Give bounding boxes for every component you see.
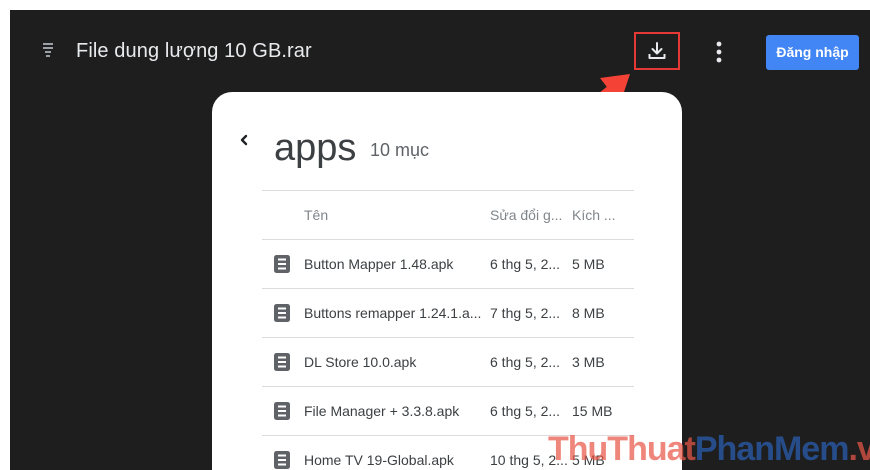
app-window: File dung lượng 10 GB.rar Đăng nhập apps… [10, 10, 870, 470]
watermark-part-3: .vn [848, 430, 870, 468]
row-name: Buttons remapper 1.24.1.a... [304, 305, 482, 321]
file-icon [274, 451, 290, 469]
row-name: File Manager + 3.3.8.apk [304, 403, 460, 419]
table-row[interactable]: File Manager + 3.3.8.apk 6 thg 5, 2... 1… [262, 386, 634, 435]
row-name: Home TV 19-Global.apk [304, 452, 454, 468]
watermark-part-2: PhanMem [694, 430, 850, 468]
row-modified: 6 thg 5, 2... [490, 354, 561, 370]
row-size: 15 MB [572, 403, 613, 419]
top-bar: File dung lượng 10 GB.rar Đăng nhập [10, 10, 870, 94]
file-table: Tên Sửa đổi g... Kích ... Button Mapper … [262, 190, 634, 470]
back-chevron-icon[interactable] [236, 130, 252, 150]
archive-file-icon [43, 43, 53, 57]
row-name: Button Mapper 1.48.apk [304, 256, 454, 272]
table-row[interactable]: Button Mapper 1.48.apk 6 thg 5, 2... 5 M… [262, 239, 634, 288]
watermark: ThuThuatPhanMem.vn [548, 430, 870, 469]
download-button[interactable] [634, 32, 680, 70]
row-modified: 6 thg 5, 2... [490, 256, 561, 272]
column-header-modified[interactable]: Sửa đổi g... [490, 191, 570, 239]
column-header-size[interactable]: Kích ... [572, 191, 634, 239]
item-count: 10 mục [370, 140, 430, 160]
more-vert-icon[interactable] [708, 38, 730, 66]
column-header-name[interactable]: Tên [304, 191, 490, 239]
file-icon [274, 304, 290, 322]
file-icon [274, 255, 290, 273]
table-header: Tên Sửa đổi g... Kích ... [262, 190, 634, 239]
folder-name: apps [274, 127, 357, 169]
row-modified: 6 thg 5, 2... [490, 403, 561, 419]
row-size: 8 MB [572, 305, 605, 321]
login-button[interactable]: Đăng nhập [766, 35, 859, 70]
row-name: DL Store 10.0.apk [304, 354, 417, 370]
file-icon [274, 402, 290, 420]
table-row[interactable]: DL Store 10.0.apk 6 thg 5, 2... 3 MB [262, 337, 634, 386]
table-row[interactable]: Buttons remapper 1.24.1.a... 7 thg 5, 2.… [262, 288, 634, 337]
watermark-part-1: ThuThuat [548, 430, 696, 468]
row-size: 5 MB [572, 256, 605, 272]
file-icon [274, 353, 290, 371]
file-title: File dung lượng 10 GB.rar [76, 40, 312, 62]
folder-card: apps 10 mục Tên Sửa đổi g... Kích ... Bu… [212, 92, 682, 470]
row-modified: 7 thg 5, 2... [490, 305, 561, 321]
download-icon [648, 42, 666, 59]
row-size: 3 MB [572, 354, 605, 370]
